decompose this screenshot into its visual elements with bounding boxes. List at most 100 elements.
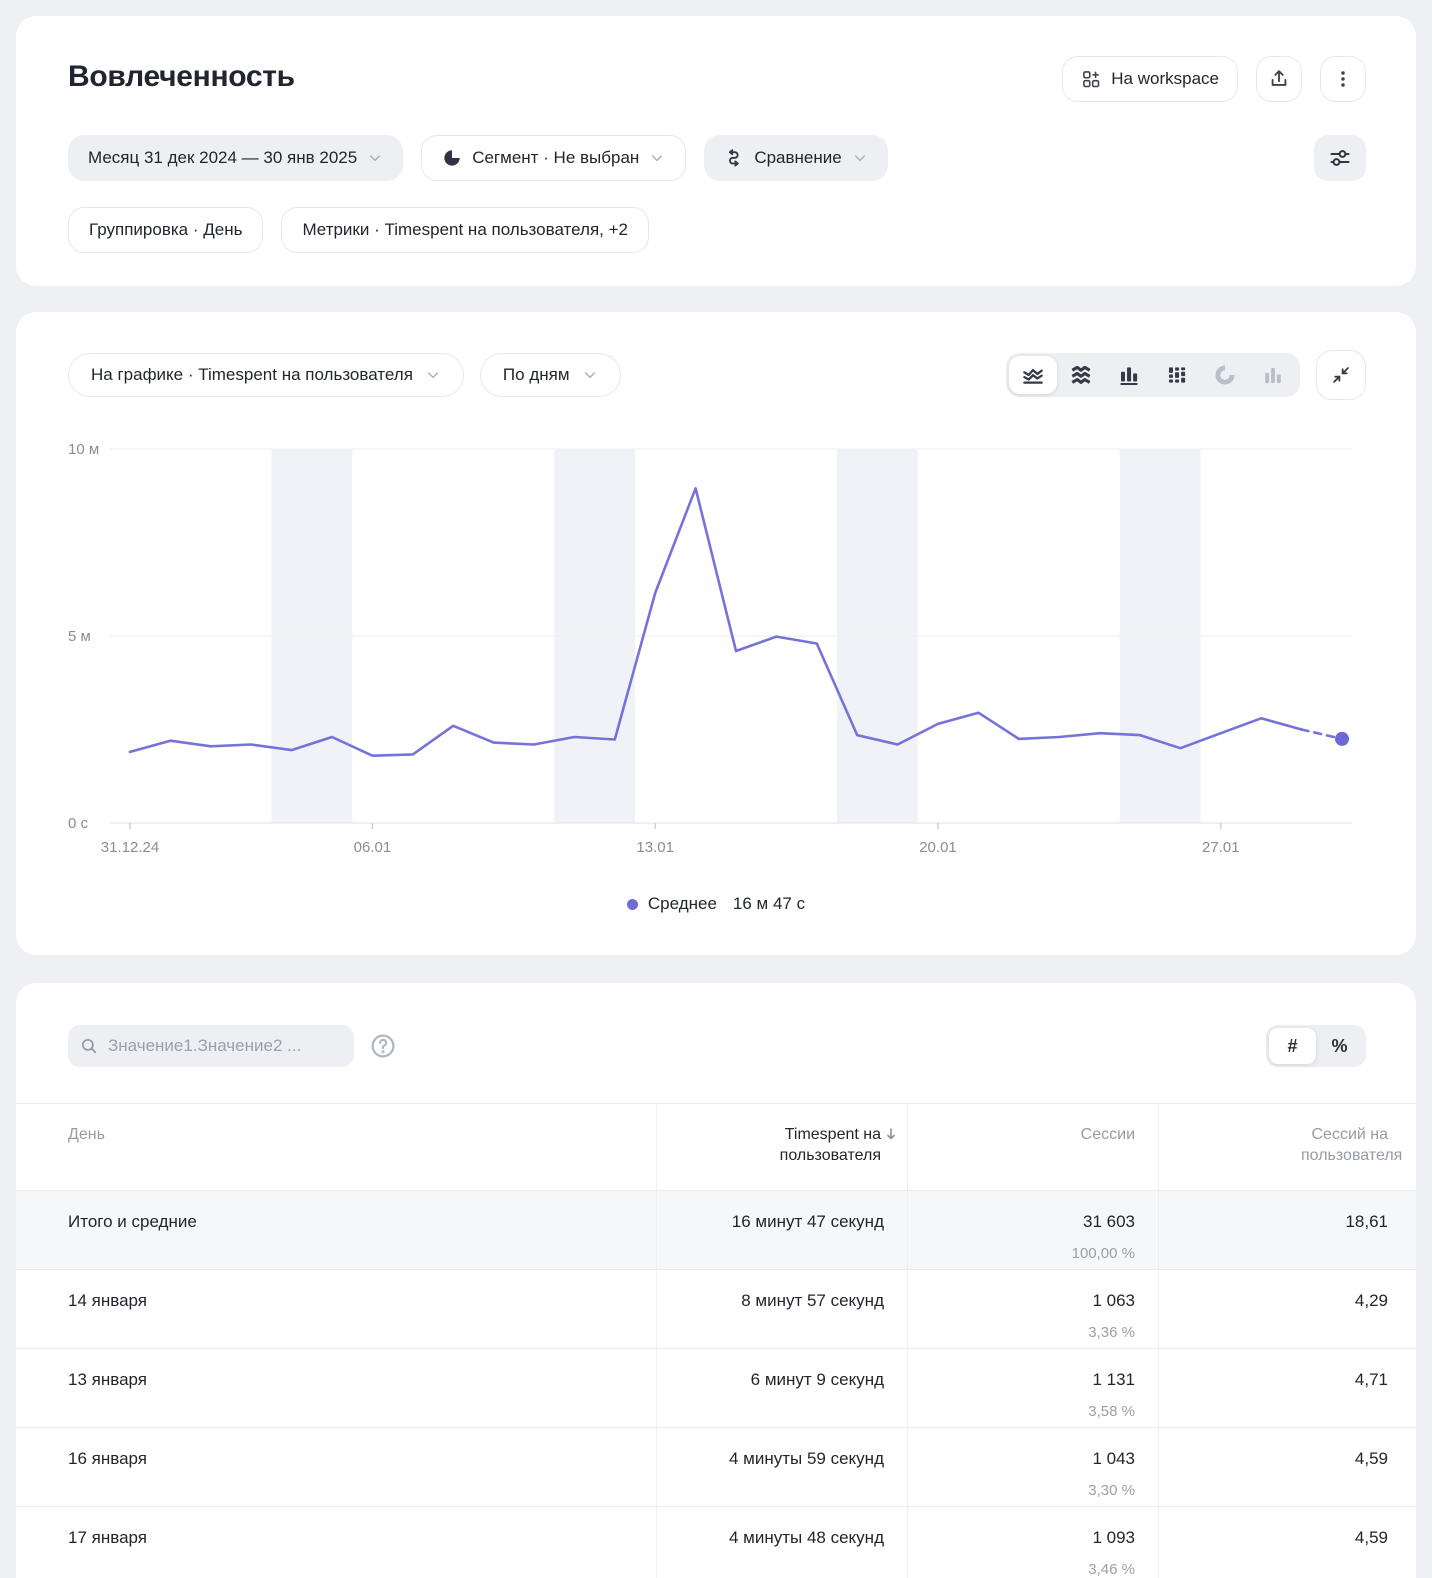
search-icon — [80, 1037, 98, 1055]
cell-sessions-per-user: 18,61 — [1158, 1191, 1416, 1269]
cell-sessions-share: 3,46 % — [908, 1558, 1135, 1578]
sort-desc-arrow-icon — [885, 1127, 897, 1141]
grouping-filter-label: Группировка · День — [89, 220, 242, 240]
header-actions: На workspace — [1062, 56, 1366, 102]
cell-day: 16 января — [16, 1428, 656, 1506]
cell-timespent: 16 минут 47 секунд — [656, 1191, 907, 1269]
legend-series-name: Среднее — [648, 894, 717, 914]
legend-series-value: 16 м 47 с — [733, 894, 805, 914]
segment-pie-icon — [442, 148, 462, 168]
histogram-chart-icon — [1260, 362, 1286, 388]
chart-type-stacked-columns-button[interactable] — [1153, 356, 1201, 394]
period-filter-label: Месяц 31 дек 2024 — 30 янв 2025 — [88, 148, 357, 168]
cell-day: 13 января — [16, 1349, 656, 1427]
chart-type-bars-button[interactable] — [1105, 356, 1153, 394]
cell-day: 14 января — [16, 1270, 656, 1348]
engagement-dashboard: { "colors": { "accent_purple": "#7573d9"… — [0, 16, 1432, 1578]
svg-text:27.01: 27.01 — [1202, 839, 1240, 856]
report-header-card: Вовлеченность На workspace — [16, 16, 1416, 286]
more-menu-button[interactable] — [1320, 56, 1366, 102]
cell-sessions: 1 093 3,46 % — [907, 1507, 1158, 1578]
workspace-grid-plus-icon — [1081, 69, 1101, 89]
chevron-down-icon — [425, 367, 441, 383]
table-row[interactable]: 13 января 6 минут 9 секунд 1 131 3,58 % … — [16, 1348, 1416, 1427]
metrics-filter-label: Метрики · Timespent на пользователя, +2 — [302, 220, 628, 240]
cell-timespent: 6 минут 9 секунд — [656, 1349, 907, 1427]
to-workspace-button[interactable]: На workspace — [1062, 56, 1238, 102]
chart-card: На графике · Timespent на пользователя П… — [16, 312, 1416, 955]
chart-metric-dropdown-label: На графике · Timespent на пользователя — [91, 365, 413, 385]
chart-metric-dropdown[interactable]: На графике · Timespent на пользователя — [68, 353, 464, 397]
format-numeric-option[interactable]: # — [1269, 1028, 1316, 1064]
collapse-arrows-icon — [1330, 364, 1352, 386]
cell-day: Итого и средние — [16, 1191, 656, 1269]
bar-chart-icon — [1116, 362, 1142, 388]
chart-granularity-dropdown[interactable]: По дням — [480, 353, 621, 397]
stacked-columns-chart-icon — [1164, 362, 1190, 388]
chart-granularity-dropdown-label: По дням — [503, 365, 570, 385]
chart-type-line-button[interactable] — [1009, 356, 1057, 394]
table-search — [68, 1025, 354, 1067]
table-row[interactable]: 16 января 4 минуты 59 секунд 1 043 3,30 … — [16, 1427, 1416, 1506]
kebab-menu-icon — [1332, 68, 1354, 90]
cell-sessions: 1 063 3,36 % — [907, 1270, 1158, 1348]
chart-type-donut-button[interactable] — [1201, 356, 1249, 394]
cell-timespent: 8 минут 57 секунд — [656, 1270, 907, 1348]
table-toolbar: # % — [16, 983, 1416, 1067]
grouping-filter-chip[interactable]: Группировка · День — [68, 207, 263, 253]
cell-day: 17 января — [16, 1507, 656, 1578]
table-row[interactable]: 14 января 8 минут 57 секунд 1 063 3,36 %… — [16, 1269, 1416, 1348]
chevron-down-icon — [649, 150, 665, 166]
segment-filter-chip[interactable]: Сегмент · Не выбран — [421, 135, 686, 181]
compare-filter-chip[interactable]: Сравнение — [704, 135, 887, 181]
legend-item-average[interactable]: Среднее 16 м 47 с — [16, 894, 1416, 914]
cell-sessions: 1 043 3,30 % — [907, 1428, 1158, 1506]
data-table-card: # % День Timespent на пользователя Сесси… — [16, 983, 1416, 1578]
sliders-icon — [1328, 146, 1352, 170]
column-header-sessions[interactable]: Сессии — [907, 1104, 1158, 1190]
format-percent-option[interactable]: % — [1316, 1028, 1363, 1064]
svg-text:31.12.24: 31.12.24 — [101, 839, 159, 856]
filters-row-2: Группировка · День Метрики · Timespent н… — [16, 207, 1416, 253]
svg-text:13.01: 13.01 — [636, 839, 674, 856]
cell-sessions: 1 131 3,58 % — [907, 1349, 1158, 1427]
table-row[interactable]: 17 января 4 минуты 48 секунд 1 093 3,46 … — [16, 1506, 1416, 1578]
cell-sessions: 31 603 100,00 % — [907, 1191, 1158, 1269]
chart-type-stacked-area-button[interactable] — [1057, 356, 1105, 394]
svg-text:0 с: 0 с — [68, 815, 89, 832]
header-top-row: Вовлеченность На workspace — [16, 16, 1416, 102]
legend-dot-icon — [627, 899, 638, 910]
to-workspace-label: На workspace — [1111, 69, 1219, 89]
report-settings-button[interactable] — [1314, 135, 1366, 181]
stacked-area-chart-icon — [1068, 362, 1094, 388]
svg-text:10 м: 10 м — [68, 441, 99, 458]
period-filter-chip[interactable]: Месяц 31 дек 2024 — 30 янв 2025 — [68, 135, 403, 181]
question-circle-icon — [368, 1031, 398, 1061]
collapse-chart-button[interactable] — [1316, 350, 1366, 400]
chevron-down-icon — [582, 367, 598, 383]
share-icon — [1268, 68, 1290, 90]
column-header-day[interactable]: День — [16, 1104, 656, 1190]
metrics-filter-chip[interactable]: Метрики · Timespent на пользователя, +2 — [281, 207, 649, 253]
chevron-down-icon — [367, 150, 383, 166]
table-row-totals[interactable]: Итого и средние 16 минут 47 секунд 31 60… — [16, 1190, 1416, 1269]
cell-sessions-share: 3,58 % — [908, 1400, 1135, 1423]
chart-type-histogram-button[interactable] — [1249, 356, 1297, 394]
cell-sessions-share: 3,30 % — [908, 1479, 1135, 1502]
line-chart-icon — [1020, 362, 1046, 388]
table-search-input[interactable] — [68, 1025, 354, 1067]
column-header-timespent-sorted[interactable]: Timespent на пользователя — [656, 1104, 907, 1190]
share-button[interactable] — [1256, 56, 1302, 102]
segment-filter-label: Сегмент · Не выбран — [472, 148, 639, 168]
filters-row-1: Месяц 31 дек 2024 — 30 янв 2025 Сегмент … — [16, 135, 1416, 181]
engagement-chart: 10 м5 м0 с31.12.2406.0113.0120.0127.01 — [16, 416, 1416, 876]
cell-sessions-share: 3,36 % — [908, 1321, 1135, 1344]
value-format-toggle: # % — [1266, 1025, 1366, 1067]
donut-chart-icon — [1212, 362, 1238, 388]
search-help-button[interactable] — [368, 1031, 398, 1061]
svg-text:5 м: 5 м — [68, 628, 91, 645]
column-header-sessions-per-user[interactable]: Сессий на пользователя — [1158, 1104, 1416, 1190]
chevron-down-icon — [852, 150, 868, 166]
compare-filter-label: Сравнение — [754, 148, 841, 168]
table-header-row: День Timespent на пользователя Сессии Се… — [16, 1103, 1416, 1190]
